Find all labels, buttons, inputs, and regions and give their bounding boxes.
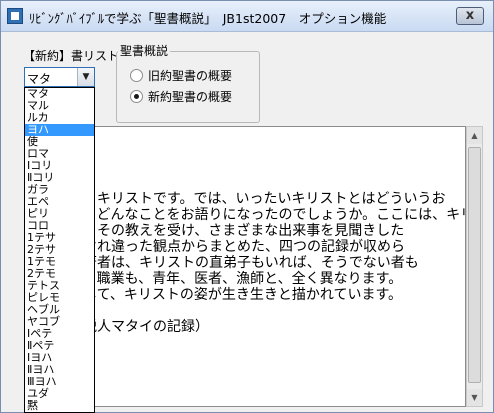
old-testament-radio[interactable] <box>130 69 143 82</box>
scroll-down-icon[interactable]: ▼ <box>467 389 482 406</box>
close-button[interactable]: x <box>456 7 484 25</box>
book-dropdown-list[interactable]: マタ マル ルカ ヨハ使ロマ Ⅰコリ Ⅱコリ ガラ エペ ピリ コロ 1テサ 2テサ 1テモ 2テモ テトス… <box>24 87 95 413</box>
overview-groupbox <box>116 51 260 123</box>
old-testament-label[interactable]: 旧約聖書の概要 <box>148 67 232 84</box>
scroll-up-icon[interactable]: ▲ <box>467 127 482 144</box>
chevron-down-icon[interactable]: ▼ <box>77 68 94 86</box>
new-testament-radio[interactable] <box>130 90 143 103</box>
overview-group-title: 聖書概説 <box>118 42 171 59</box>
book-list-label: 【新約】書リスト <box>23 49 120 63</box>
window-title: ﾘﾋﾞﾝｸﾞﾊﾞｲﾌﾞﾙで学ぶ「聖書概説」 JB1st2007 オプション機能 <box>29 11 387 26</box>
book-select[interactable]: マタ ▼ <box>24 67 95 88</box>
app-window: ﾘﾋﾞﾝｸﾞﾊﾞｲﾌﾞﾙで学ぶ「聖書概説」 JB1st2007 オプション機能 … <box>0 0 494 413</box>
app-icon <box>7 8 23 24</box>
scroll-thumb[interactable] <box>468 147 481 383</box>
new-testament-label[interactable]: 新約聖書の概要 <box>148 88 232 105</box>
book-option[interactable]: 黙 <box>25 400 94 412</box>
book-select-value: マタ <box>27 72 56 88</box>
vertical-scrollbar[interactable]: ▲ ▼ <box>466 126 483 407</box>
title-bar[interactable]: ﾘﾋﾞﾝｸﾞﾊﾞｲﾌﾞﾙで学ぶ「聖書概説」 JB1st2007 オプション機能 … <box>1 1 493 32</box>
